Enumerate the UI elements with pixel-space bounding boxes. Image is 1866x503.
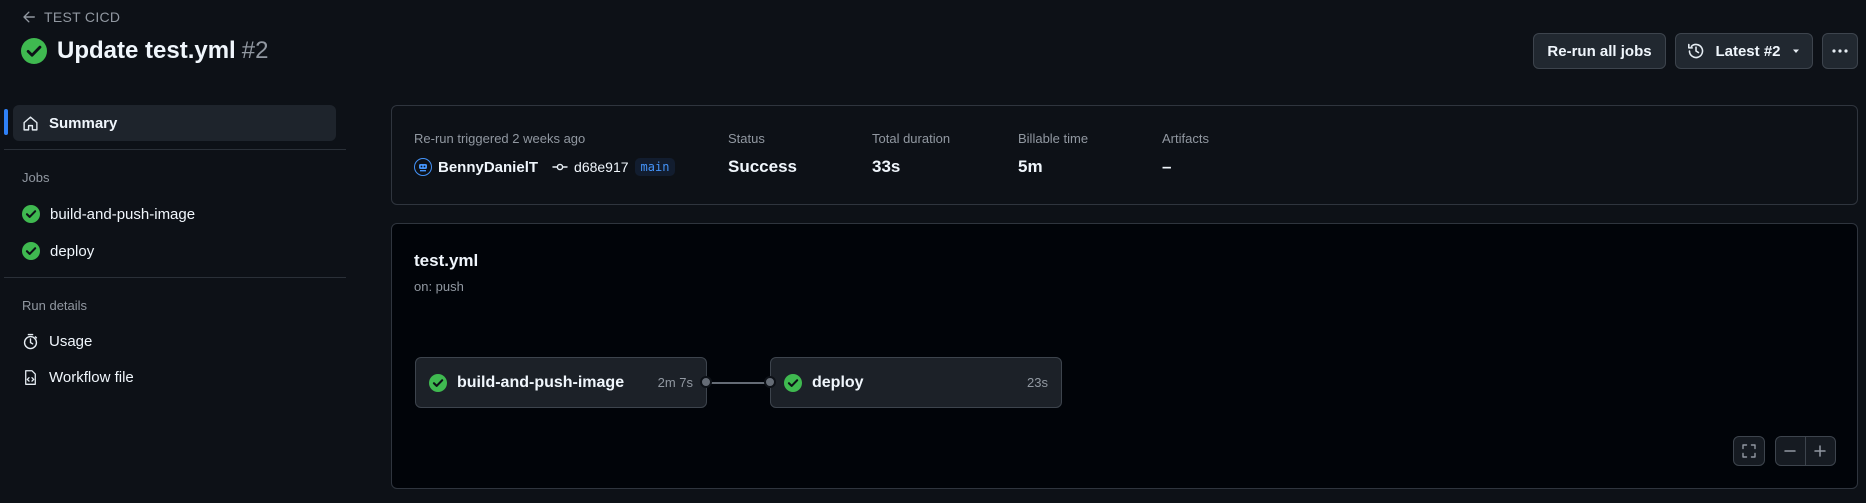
rerun-all-jobs-button[interactable]: Re-run all jobs (1533, 33, 1666, 69)
check-circle-fill-icon (784, 373, 802, 392)
stopwatch-icon (22, 333, 39, 350)
triangle-down-icon (1791, 46, 1801, 56)
file-code-icon (22, 369, 39, 386)
artifacts-label: Artifacts (1162, 131, 1209, 146)
jobs-heading: Jobs (22, 170, 50, 185)
dash-icon (1783, 444, 1797, 458)
sidebar-item-label: Summary (49, 114, 118, 132)
status-label: Status (728, 131, 765, 146)
sidebar-job-build-and-push-image[interactable]: build-and-push-image (13, 196, 336, 232)
home-icon (22, 115, 39, 132)
kebab-horizontal-icon (1831, 48, 1849, 54)
job-output-port (700, 376, 712, 388)
run-details-heading: Run details (22, 298, 88, 313)
check-circle-fill-icon (21, 38, 47, 64)
active-indicator (4, 109, 8, 135)
arrow-left-icon (22, 10, 36, 24)
trigger-text: Re-run triggered 2 weeks ago (414, 131, 586, 146)
plus-icon (1813, 444, 1827, 458)
duration-value: 33s (872, 157, 901, 176)
fullscreen-button[interactable] (1733, 436, 1765, 466)
latest-attempt-dropdown[interactable]: Latest #2 (1675, 33, 1813, 69)
history-icon (1687, 42, 1705, 60)
check-circle-fill-icon (429, 373, 447, 392)
screen-full-icon (1741, 443, 1757, 459)
back-link-label: TEST CICD (44, 9, 121, 25)
actor-link[interactable]: BennyDanielT (438, 159, 538, 176)
sidebar-item-label: build-and-push-image (50, 205, 196, 223)
workflow-file-name: test.yml (414, 251, 479, 270)
latest-attempt-label: Latest #2 (1715, 42, 1781, 60)
job-duration: 2m 7s (657, 375, 693, 390)
workflow-graph-card (391, 223, 1858, 489)
billable-time-value: 5m (1018, 157, 1043, 176)
workflow-trigger: on: push (414, 279, 464, 294)
rerun-all-jobs-label: Re-run all jobs (1547, 42, 1652, 60)
sidebar-item-label: Usage (49, 332, 93, 350)
job-input-port (764, 376, 776, 388)
artifacts-value: – (1162, 157, 1172, 176)
run-number: #2 (241, 37, 269, 64)
back-link[interactable]: TEST CICD (22, 9, 120, 25)
sidebar-item-label: deploy (50, 242, 95, 260)
status-value: Success (728, 157, 797, 176)
run-title-row: Update test.yml #2 (21, 37, 268, 65)
sidebar-job-deploy[interactable]: deploy (13, 233, 336, 269)
more-options-button[interactable] (1822, 33, 1858, 69)
zoom-out-button[interactable] (1776, 437, 1806, 465)
job-connector (707, 382, 771, 384)
job-name: deploy (812, 373, 864, 391)
job-name: build-and-push-image (457, 373, 625, 391)
duration-label: Total duration (872, 131, 951, 146)
run-summary-card (391, 105, 1858, 205)
sidebar-divider (4, 277, 346, 278)
sidebar-divider (4, 149, 346, 150)
job-duration: 23s (1027, 375, 1048, 390)
check-circle-fill-icon (22, 242, 40, 260)
branch-label[interactable]: main (634, 158, 676, 176)
zoom-controls (1775, 436, 1836, 466)
check-circle-fill-icon (22, 205, 40, 223)
sidebar-item-summary[interactable]: Summary (13, 105, 336, 141)
git-commit-icon (552, 159, 568, 175)
billable-time-label: Billable time (1018, 131, 1089, 146)
sidebar-item-label: Workflow file (49, 368, 134, 386)
sidebar-item-workflow-file[interactable]: Workflow file (13, 359, 336, 395)
run-meta: BennyDanielT d68e917 main (414, 158, 676, 176)
page-title: Update test.yml (57, 37, 236, 64)
sidebar-item-usage[interactable]: Usage (13, 323, 336, 359)
commit-sha-link[interactable]: d68e917 (574, 159, 629, 175)
zoom-in-button[interactable] (1806, 437, 1835, 465)
graph-job-deploy[interactable]: deploy 23s (770, 357, 1062, 408)
avatar[interactable] (414, 158, 432, 176)
graph-job-build-and-push-image[interactable]: build-and-push-image 2m 7s (415, 357, 707, 408)
